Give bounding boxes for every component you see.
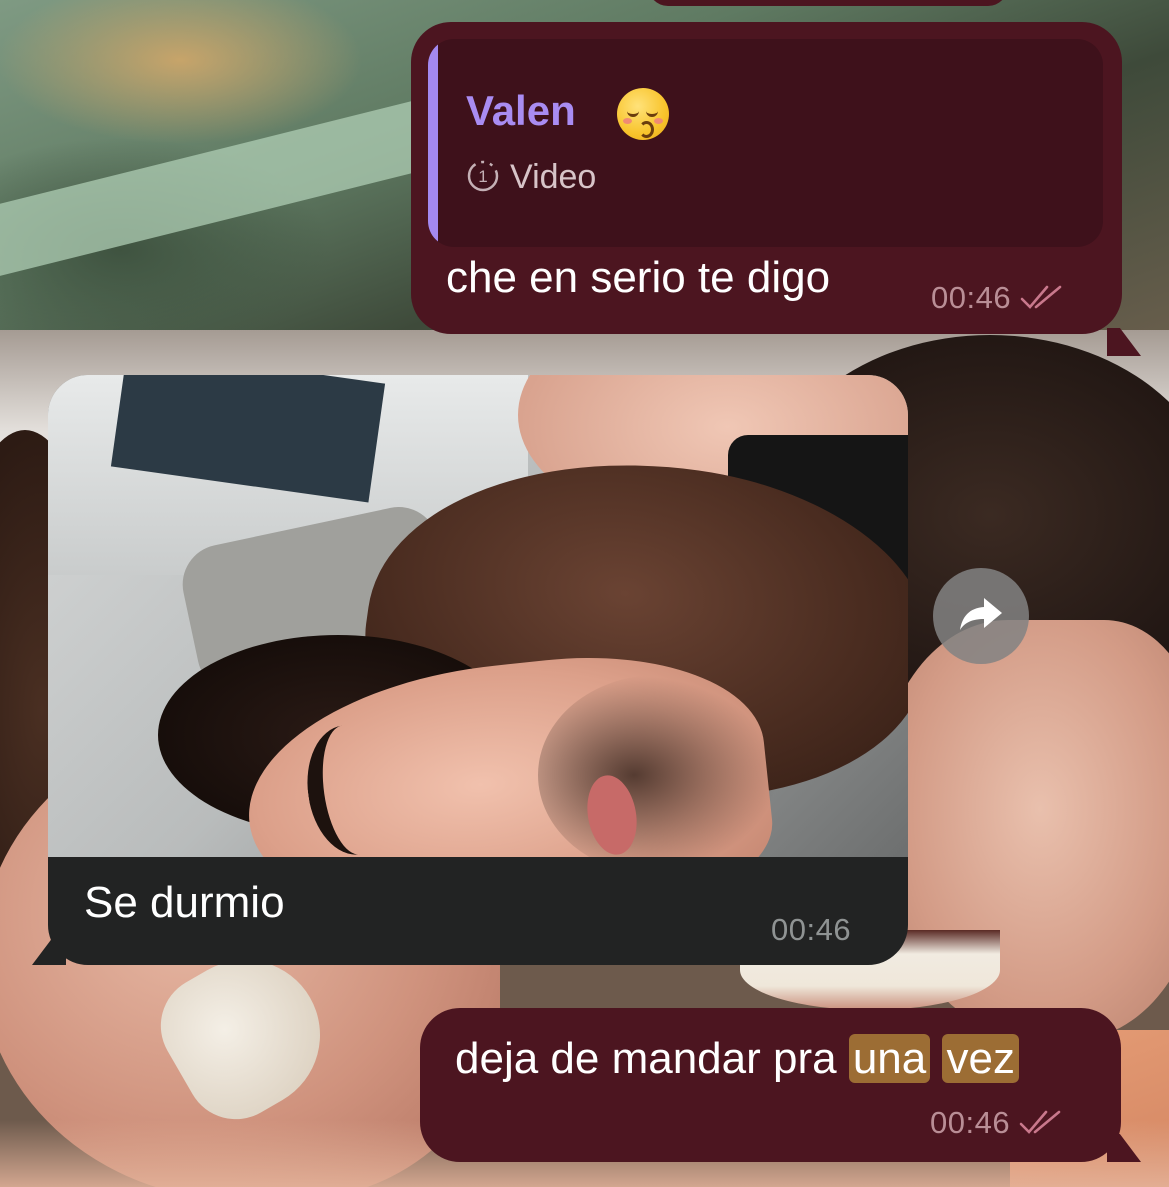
message-meta: 00:46 [931, 280, 1065, 316]
incoming-photo-message-bubble[interactable]: Se durmio 00:46 [48, 375, 908, 965]
message-text-space [930, 1034, 942, 1083]
message-meta: 00:46 [771, 912, 851, 948]
message-time: 00:46 [771, 912, 852, 947]
svg-text:1: 1 [478, 167, 487, 186]
reply-sender-name: Valen [466, 87, 576, 134]
message-caption: Se durmio [84, 878, 285, 927]
view-once-icon: 1 [466, 159, 500, 198]
message-meta: 00:46 [930, 1105, 1064, 1141]
double-check-icon [1019, 283, 1065, 316]
forward-button[interactable] [933, 568, 1029, 664]
outgoing-message-bubble[interactable]: deja de mandar pra una vez 00:46 [420, 1008, 1141, 1162]
message-photo[interactable] [48, 375, 908, 857]
reply-accent-bar [428, 39, 438, 247]
message-time: 00:46 [931, 280, 1012, 315]
message-text-part: deja de mandar pra [455, 1034, 849, 1083]
search-highlight: vez [942, 1034, 1019, 1083]
message-text: deja de mandar pra una vez [455, 1034, 1019, 1084]
forward-share-icon [957, 594, 1005, 639]
kissing-face-emoji-icon [617, 88, 669, 140]
search-highlight: una [848, 1034, 931, 1083]
outgoing-message-bubble[interactable]: Valen 1 Video che en serio te digo 00:46 [411, 22, 1141, 356]
reply-media-label: Video [510, 158, 597, 196]
message-time: 00:46 [930, 1105, 1011, 1140]
reply-quote[interactable]: Valen 1 Video [428, 39, 1103, 247]
message-text: che en serio te digo [446, 253, 831, 302]
double-check-icon [1018, 1108, 1064, 1141]
previous-message-bubble-edge[interactable] [648, 0, 1008, 6]
